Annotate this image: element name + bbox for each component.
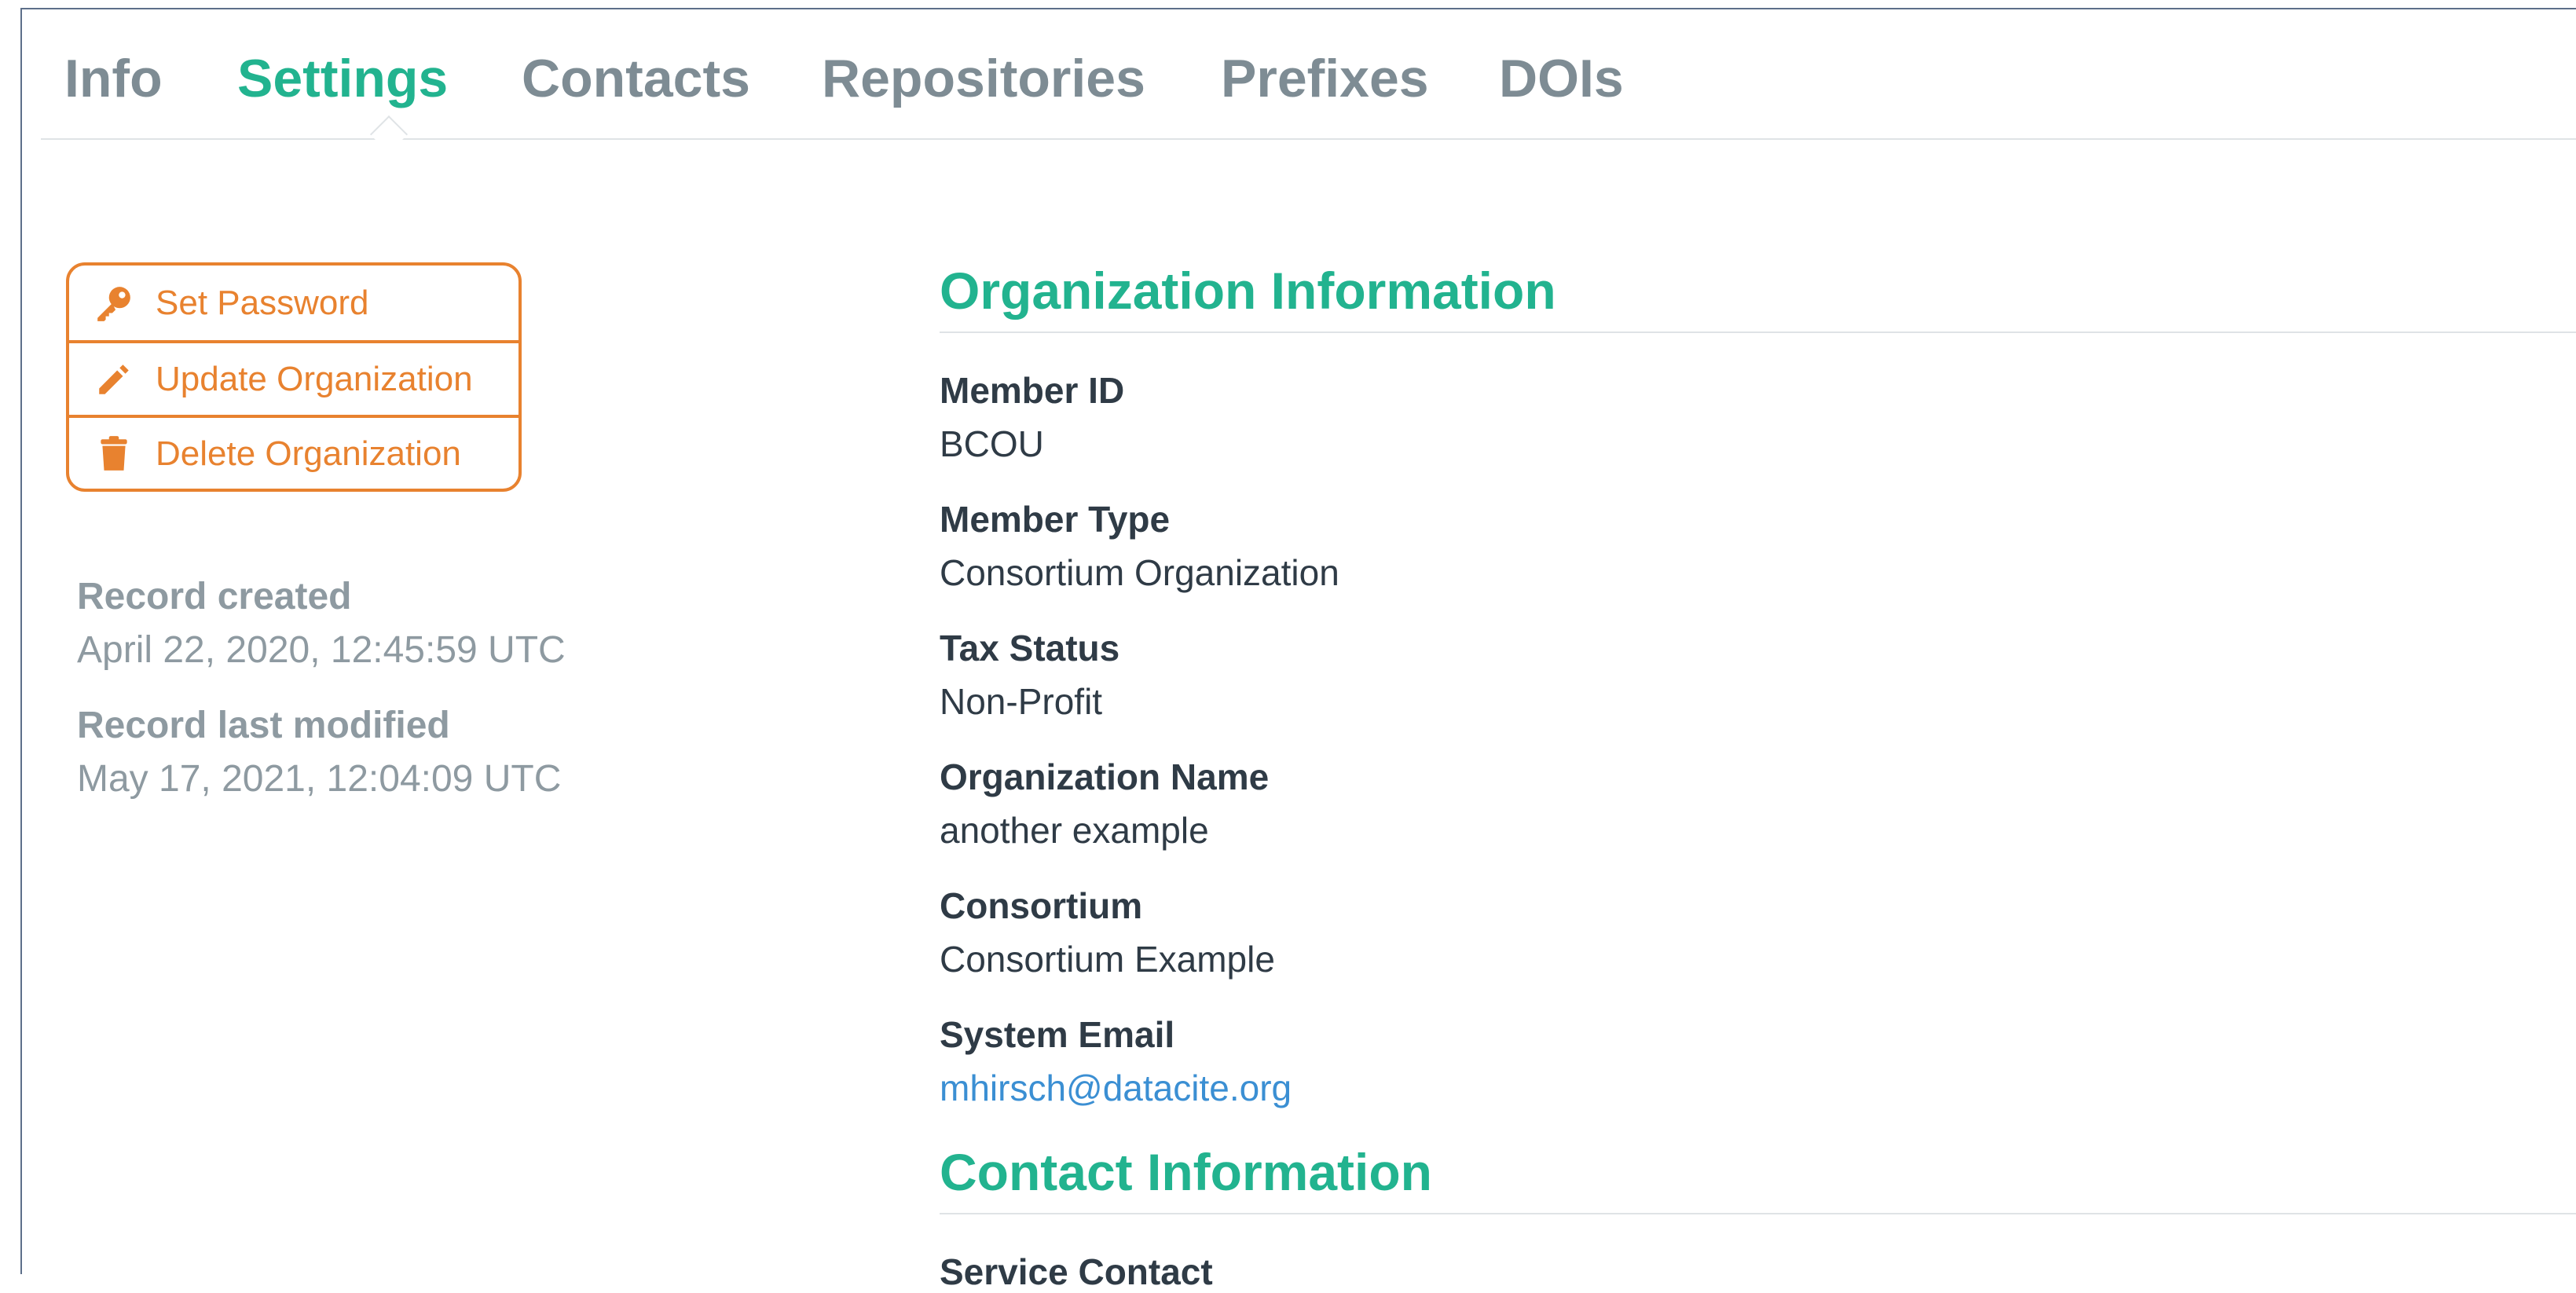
record-created-value: April 22, 2020, 12:45:59 UTC (77, 629, 566, 671)
tab-repositories[interactable]: Repositories (822, 41, 1145, 116)
delete-organization-label: Delete Organization (156, 434, 461, 473)
tab-contacts[interactable]: Contacts (522, 41, 750, 116)
tab-settings[interactable]: Settings (237, 41, 448, 116)
system-email-link[interactable]: mhirsch@datacite.org (940, 1067, 1292, 1109)
key-icon (97, 286, 130, 321)
set-password-label: Set Password (156, 283, 369, 322)
update-organization-label: Update Organization (156, 359, 473, 398)
record-created-label: Record created (77, 576, 352, 617)
tax-status-value: Non-Profit (940, 681, 1103, 722)
update-organization-button[interactable]: Update Organization (69, 340, 518, 415)
tab-dois[interactable]: DOIs (1499, 41, 1624, 116)
trash-icon (101, 435, 127, 471)
member-id-label: Member ID (940, 370, 1125, 411)
consortium-label: Consortium (940, 885, 1143, 926)
action-button-group: Set Password Update Organization Delete … (66, 262, 522, 492)
tab-info[interactable]: Info (64, 41, 163, 116)
tab-bar: Info Settings Contacts Repositories Pref… (41, 0, 2576, 154)
tab-prefixes[interactable]: Prefixes (1221, 41, 1429, 116)
delete-organization-button[interactable]: Delete Organization (69, 415, 518, 489)
member-type-value: Consortium Organization (940, 552, 1339, 593)
set-password-button[interactable]: Set Password (69, 266, 518, 340)
service-contact-label: Service Contact (940, 1251, 1213, 1292)
organization-name-value: another example (940, 810, 1209, 851)
pencil-icon (99, 364, 129, 394)
member-id-value: BCOU (940, 423, 1044, 464)
organization-information-heading: Organization Information (940, 259, 2576, 333)
system-email-label: System Email (940, 1014, 1175, 1055)
organization-name-label: Organization Name (940, 756, 1270, 797)
member-type-label: Member Type (940, 499, 1171, 540)
record-modified-value: May 17, 2021, 12:04:09 UTC (77, 758, 562, 800)
consortium-value: Consortium Example (940, 939, 1275, 980)
record-modified-label: Record last modified (77, 705, 450, 746)
tax-status-label: Tax Status (940, 628, 1120, 668)
contact-information-heading: Contact Information (940, 1141, 2576, 1214)
